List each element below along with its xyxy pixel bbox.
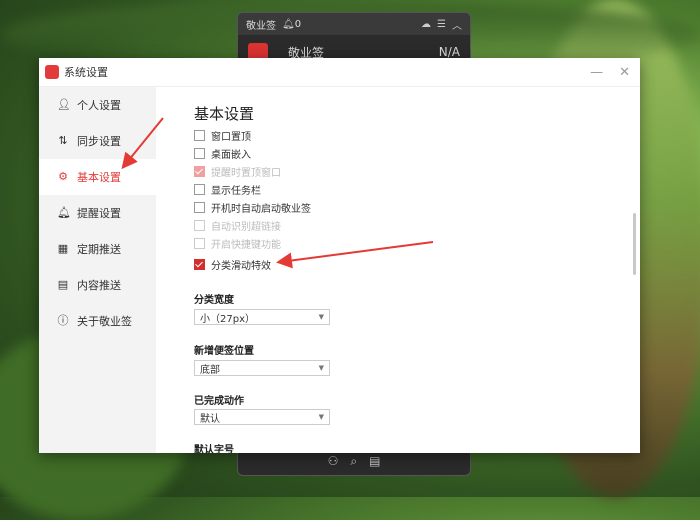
widget-row-value: N/A [438, 45, 460, 59]
widget-title: 敬业签 [246, 20, 276, 32]
sidebar-item-label: 基本设置 [77, 171, 121, 184]
widget-bell-count: 0 [294, 18, 302, 30]
new-note-position-select[interactable]: 底部 ▼ [194, 360, 330, 376]
bell-icon[interactable]: 🔔︎ [282, 19, 295, 30]
menu-icon[interactable]: ☰ [437, 19, 446, 30]
checkbox-label: 窗口置顶 [211, 132, 251, 143]
sidebar-item-label: 关于敬业签 [77, 315, 132, 328]
category-width-label: 分类宽度 [194, 295, 234, 306]
checkbox-box[interactable] [194, 202, 205, 213]
widget-titlebar[interactable]: 敬业签 🔔︎ 0 ☁ ☰ ︿ [238, 13, 470, 35]
search-icon[interactable]: ⌕ [350, 454, 357, 469]
checkbox-label: 开机时自动启动敬业签 [211, 204, 311, 215]
checkbox-box [194, 238, 205, 249]
checkbox-label: 提醒时置顶窗口 [211, 168, 281, 179]
gear-icon: ⚙ [58, 170, 68, 183]
checkbox-box[interactable] [194, 148, 205, 159]
chevron-down-icon: ▼ [318, 313, 324, 321]
minimize-button[interactable]: — [590, 65, 603, 80]
sidebar-item-reminder[interactable]: 🔔︎ 提醒设置 [39, 195, 156, 231]
sync-icon: ⇅ [58, 134, 68, 147]
category-width-select[interactable]: 小（27px） ▼ [194, 309, 330, 325]
person-icon: 👤︎ [57, 98, 71, 111]
widget-bottom-bar: ⚇ ⌕ ▤ [238, 454, 470, 469]
settings-window: 系统设置 — ✕ 👤︎ 个人设置 ⇅ 同步设置 ⚙ 基本设置 🔔︎ 提醒设置 ▦… [39, 58, 640, 453]
completed-action-select[interactable]: 默认 ▼ [194, 409, 330, 425]
checkbox-label: 显示任务栏 [211, 186, 261, 197]
checkbox-box[interactable] [194, 184, 205, 195]
sidebar-item-scheduled-push[interactable]: ▦ 定期推送 [39, 231, 156, 267]
sidebar-item-about[interactable]: ⓘ 关于敬业签 [39, 303, 156, 339]
sidebar-item-personal[interactable]: 👤︎ 个人设置 [39, 87, 156, 123]
select-value: 默认 [200, 413, 220, 425]
sidebar-item-label: 个人设置 [77, 99, 121, 112]
checkbox-top-on-remind: 提醒时置顶窗口 [194, 164, 281, 179]
completed-action-label: 已完成动作 [194, 396, 244, 407]
select-value: 小（27px） [200, 313, 255, 325]
cloud-sync-icon[interactable]: ☁ [421, 19, 431, 30]
checkbox-label: 分类滑动特效 [211, 261, 271, 272]
sidebar-item-label: 内容推送 [77, 279, 121, 292]
checkbox-show-taskbar[interactable]: 显示任务栏 [194, 182, 261, 197]
calendar-icon: ▦ [57, 242, 69, 255]
sidebar-item-basic[interactable]: ⚙ 基本设置 [39, 159, 156, 195]
checkbox-box[interactable] [194, 130, 205, 141]
checkbox-auto-link: 自动识别超链接 [194, 218, 281, 233]
checkbox-box[interactable] [194, 259, 205, 270]
note-icon[interactable]: ▤ [369, 454, 380, 469]
select-value: 底部 [200, 364, 220, 376]
checkbox-label: 桌面嵌入 [211, 150, 251, 161]
settings-content: 基本设置 窗口置顶 桌面嵌入 提醒时置顶窗口 显示任务栏 开机时自动启动敬业签 … [156, 87, 640, 453]
checkbox-hotkeys: 开启快捷键功能 [194, 236, 281, 251]
checkbox-window-on-top[interactable]: 窗口置顶 [194, 128, 251, 143]
checkbox-box [194, 220, 205, 231]
sidebar-item-content-push[interactable]: ▤ 内容推送 [39, 267, 156, 303]
sidebar-item-label: 同步设置 [77, 135, 121, 148]
info-icon: ⓘ [57, 314, 69, 327]
checkbox-category-slide-effect[interactable]: 分类滑动特效 [194, 257, 271, 272]
bell-icon: 🔔︎ [57, 206, 71, 219]
app-logo-icon [45, 65, 59, 79]
checkbox-autostart[interactable]: 开机时自动启动敬业签 [194, 200, 311, 215]
section-title: 基本设置 [194, 105, 255, 123]
collapse-icon[interactable]: ︿ [452, 17, 462, 32]
checkbox-label: 开启快捷键功能 [211, 240, 281, 251]
chevron-down-icon: ▼ [318, 413, 324, 421]
close-button[interactable]: ✕ [619, 65, 630, 80]
window-title: 系统设置 [64, 66, 108, 79]
sidebar-item-sync[interactable]: ⇅ 同步设置 [39, 123, 156, 159]
document-icon: ▤ [57, 278, 69, 291]
settings-sidebar: 👤︎ 个人设置 ⇅ 同步设置 ⚙ 基本设置 🔔︎ 提醒设置 ▦ 定期推送 ▤ 内… [39, 87, 156, 453]
sidebar-item-label: 定期推送 [77, 243, 121, 256]
content-scrollbar[interactable] [633, 213, 636, 275]
checkbox-label: 自动识别超链接 [211, 222, 281, 233]
window-titlebar[interactable]: 系统设置 — ✕ [39, 58, 640, 87]
checkbox-box [194, 166, 205, 177]
sidebar-item-label: 提醒设置 [77, 207, 121, 220]
chevron-down-icon: ▼ [318, 364, 324, 372]
user-icon[interactable]: ⚇ [328, 454, 339, 469]
default-font-size-label: 默认字号 [194, 445, 234, 453]
new-note-position-label: 新增便签位置 [194, 346, 254, 357]
checkbox-desktop-embed[interactable]: 桌面嵌入 [194, 146, 251, 161]
